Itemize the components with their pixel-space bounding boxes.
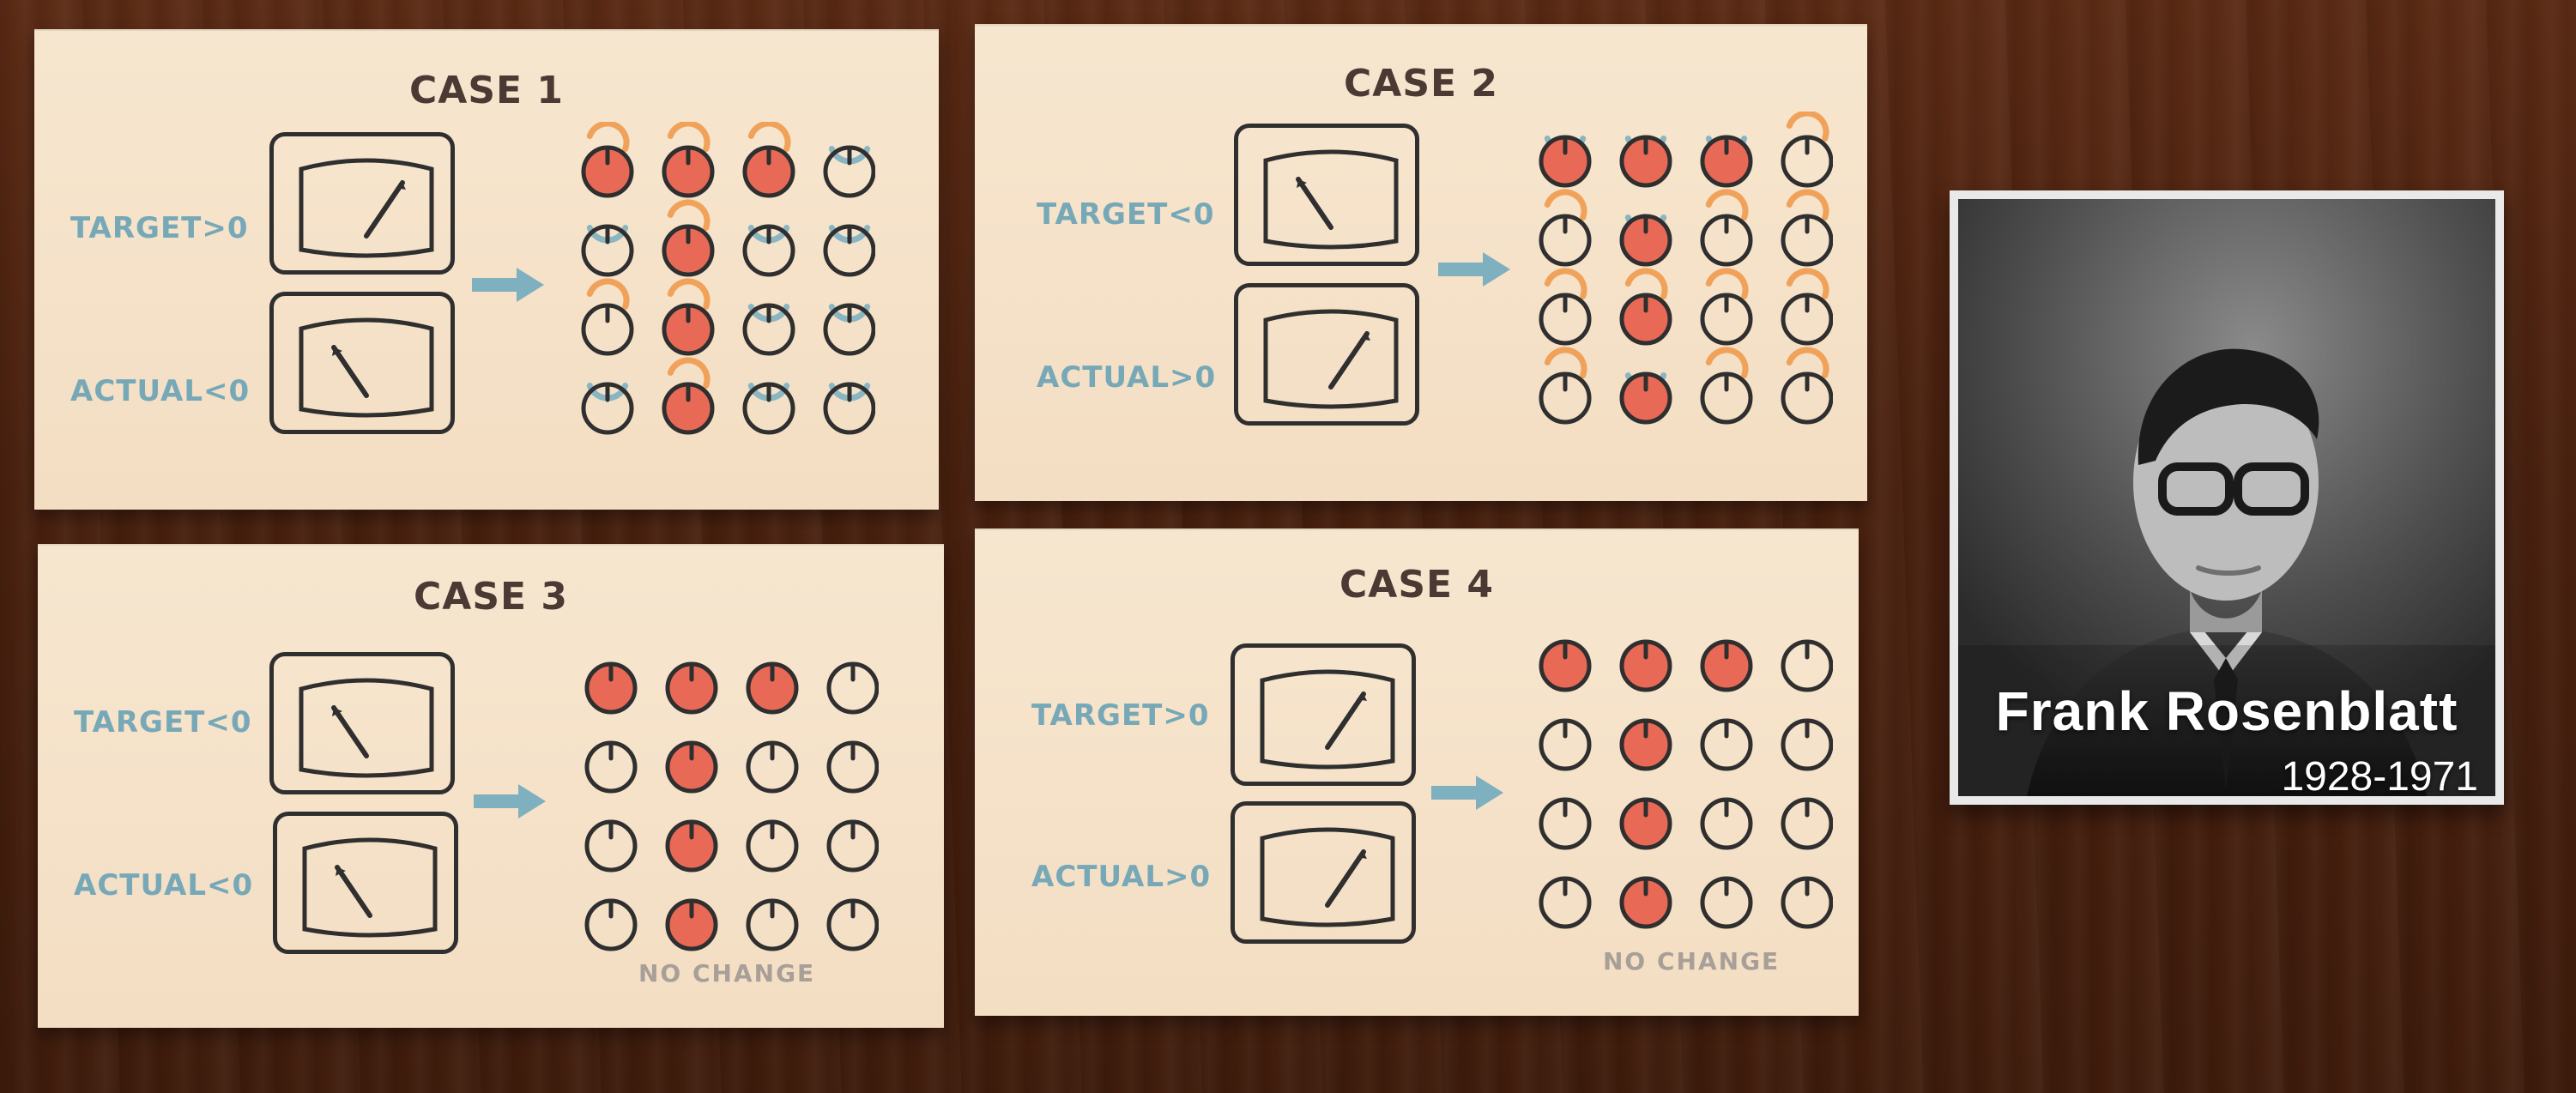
photo-card: Frank Rosenblatt 1928-1971 bbox=[1950, 190, 2504, 805]
rotation-arc-icon bbox=[586, 278, 630, 310]
dial-grid bbox=[584, 661, 879, 951]
rotation-arc-icon bbox=[1705, 268, 1749, 299]
meter-icon bbox=[1263, 149, 1399, 250]
actual-meter bbox=[1234, 283, 1419, 426]
target-meter bbox=[1234, 124, 1419, 266]
actual-meter bbox=[269, 292, 455, 434]
rotation-arc-icon bbox=[586, 122, 630, 152]
meter-icon bbox=[1260, 827, 1395, 927]
target-label: TARGET>0 bbox=[1031, 698, 1210, 733]
rotation-arc-icon bbox=[667, 122, 711, 152]
dial-grid bbox=[1539, 112, 1833, 425]
rotation-arc-icon bbox=[1786, 189, 1829, 220]
person-name: Frank Rosenblatt bbox=[1995, 680, 2458, 742]
actual-meter bbox=[273, 812, 458, 954]
right-arrow-icon bbox=[474, 784, 546, 818]
actual-label: ACTUAL<0 bbox=[70, 374, 251, 408]
rotation-arc-icon bbox=[667, 278, 711, 310]
rotation-arc-icon bbox=[1786, 347, 1829, 378]
case-card-1: CASE 1 TARGET>0 ACTUAL<0 bbox=[34, 29, 939, 510]
meter-icon bbox=[299, 678, 434, 778]
meter-icon bbox=[299, 317, 434, 418]
rotation-arc-icon bbox=[1705, 347, 1749, 378]
no-change-note: NO CHANGE bbox=[638, 959, 816, 987]
rotation-arc-icon bbox=[1624, 268, 1668, 299]
target-label: TARGET>0 bbox=[70, 211, 249, 245]
right-arrow-icon bbox=[1438, 252, 1510, 287]
actual-label: ACTUAL>0 bbox=[1031, 860, 1212, 894]
portrait-photo: Frank Rosenblatt 1928-1971 bbox=[1958, 199, 2495, 796]
person-years: 1928-1971 bbox=[2281, 754, 2478, 796]
target-meter bbox=[1231, 643, 1416, 786]
dial-grid bbox=[1539, 639, 1833, 929]
target-meter bbox=[269, 652, 455, 794]
target-label: TARGET<0 bbox=[1037, 197, 1215, 232]
right-arrow-icon bbox=[1431, 776, 1503, 810]
rotation-arc-icon bbox=[1786, 112, 1829, 142]
no-change-note: NO CHANGE bbox=[1603, 947, 1781, 975]
case-card-4: CASE 4 TARGET>0 ACTUAL>0 NO CHANGE bbox=[975, 528, 1859, 1016]
actual-label: ACTUAL<0 bbox=[74, 868, 254, 903]
rotation-arc-icon bbox=[1786, 268, 1829, 299]
actual-meter bbox=[1231, 801, 1416, 944]
case-card-3: CASE 3 TARGET<0 ACTUAL<0 NO CHANGE bbox=[38, 544, 944, 1028]
target-label: TARGET<0 bbox=[74, 705, 252, 740]
case-title: CASE 4 bbox=[1339, 563, 1495, 607]
rotation-arc-icon bbox=[747, 122, 791, 152]
meter-icon bbox=[1263, 309, 1399, 409]
meter-icon bbox=[302, 837, 438, 938]
rotation-arc-icon bbox=[1544, 347, 1587, 378]
rotation-arc-icon bbox=[1705, 189, 1749, 220]
actual-label: ACTUAL>0 bbox=[1037, 360, 1217, 395]
case-title: CASE 3 bbox=[413, 575, 569, 619]
dial-grid bbox=[581, 122, 875, 435]
meter-icon bbox=[1260, 669, 1395, 770]
meter-icon bbox=[299, 158, 434, 258]
rotation-arc-icon bbox=[667, 357, 711, 389]
rotation-arc-icon bbox=[1544, 189, 1587, 220]
case-card-2: CASE 2 TARGET<0 ACTUAL>0 bbox=[975, 24, 1867, 501]
rotation-arc-icon bbox=[1544, 268, 1587, 299]
case-title: CASE 1 bbox=[408, 69, 565, 112]
rotation-arc-icon bbox=[667, 199, 711, 231]
right-arrow-icon bbox=[472, 268, 544, 302]
target-meter bbox=[269, 132, 455, 275]
case-title: CASE 2 bbox=[1343, 62, 1499, 106]
